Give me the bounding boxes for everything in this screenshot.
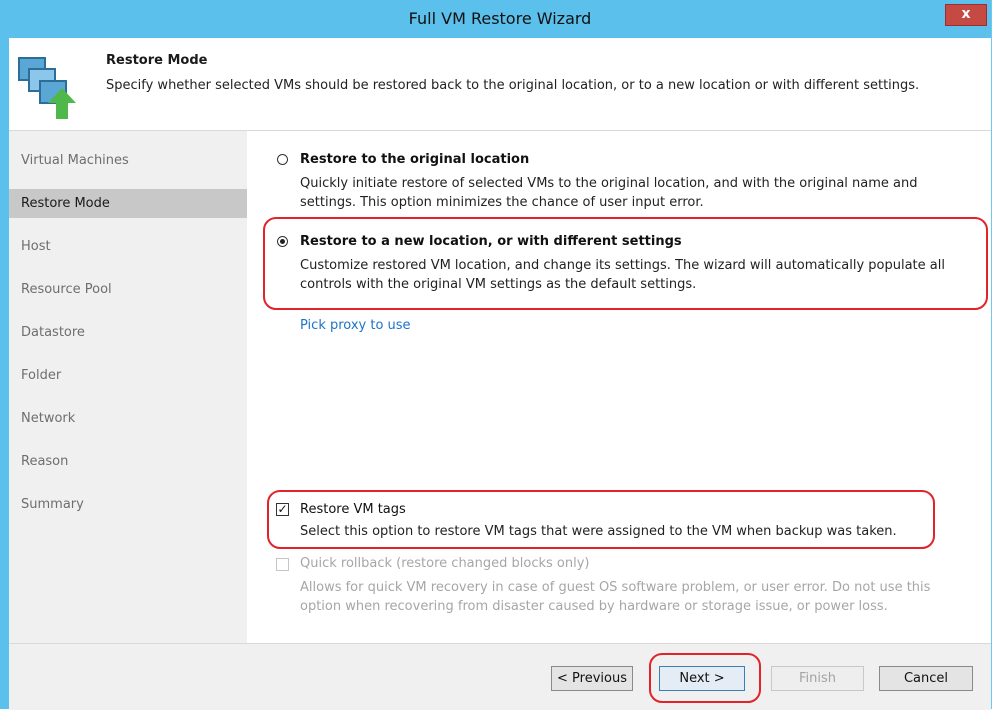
radio-original-location[interactable] — [277, 154, 288, 165]
radio-new-location[interactable] — [277, 236, 288, 247]
sidebar-item-host[interactable]: Host — [9, 232, 247, 261]
quick-rollback-label: Quick rollback (restore changed blocks o… — [300, 556, 590, 571]
option-original-desc-line2: settings. This option minimizes the chan… — [300, 195, 704, 210]
sidebar-item-folder[interactable]: Folder — [9, 361, 247, 390]
previous-button[interactable]: < Previous — [551, 666, 633, 691]
sidebar-item-network[interactable]: Network — [9, 404, 247, 433]
wizard-footer: < Previous Next > Finish Cancel — [9, 643, 991, 710]
pick-proxy-link[interactable]: Pick proxy to use — [300, 318, 411, 333]
wizard-header: Restore Mode Specify whether selected VM… — [9, 38, 991, 131]
sidebar-item-virtual-machines[interactable]: Virtual Machines — [9, 146, 247, 175]
sidebar-item-resource-pool[interactable]: Resource Pool — [9, 275, 247, 304]
quick-rollback-desc-line2: option when recovering from disaster cau… — [300, 599, 888, 614]
sidebar-item-datastore[interactable]: Datastore — [9, 318, 247, 347]
next-button[interactable]: Next > — [659, 666, 745, 691]
vm-restore-icon — [18, 57, 76, 119]
finish-button[interactable]: Finish — [771, 666, 864, 691]
wizard-step-sidebar: Virtual Machines Restore Mode Host Resou… — [9, 131, 247, 643]
restore-tags-label: Restore VM tags — [300, 502, 406, 517]
option-new-location-desc-line1: Customize restored VM location, and chan… — [300, 258, 945, 273]
close-button[interactable]: x — [945, 4, 987, 26]
option-new-location-title: Restore to a new location, or with diffe… — [300, 234, 682, 249]
page-description: Specify whether selected VMs should be r… — [106, 78, 920, 93]
window-title: Full VM Restore Wizard — [408, 9, 592, 28]
page-title: Restore Mode — [106, 53, 208, 68]
title-bar: Full VM Restore Wizard x — [9, 0, 991, 38]
wizard-content: Restore to the original location Quickly… — [247, 131, 991, 643]
option-original-desc-line1: Quickly initiate restore of selected VMs… — [300, 176, 918, 191]
radio-selected-dot — [280, 239, 285, 244]
sidebar-item-restore-mode[interactable]: Restore Mode — [9, 189, 247, 218]
restore-tags-checkbox[interactable]: ✓ — [276, 503, 289, 516]
sidebar-item-reason[interactable]: Reason — [9, 447, 247, 476]
sidebar-item-summary[interactable]: Summary — [9, 490, 247, 519]
quick-rollback-checkbox[interactable] — [276, 558, 289, 571]
quick-rollback-desc-line1: Allows for quick VM recovery in case of … — [300, 580, 931, 595]
option-original-title: Restore to the original location — [300, 152, 530, 167]
option-new-location-desc-line2: controls with the original VM settings a… — [300, 277, 697, 292]
restore-tags-desc: Select this option to restore VM tags th… — [300, 524, 897, 539]
wizard-window: Full VM Restore Wizard x Restore Mode Sp… — [0, 0, 992, 710]
cancel-button[interactable]: Cancel — [879, 666, 973, 691]
